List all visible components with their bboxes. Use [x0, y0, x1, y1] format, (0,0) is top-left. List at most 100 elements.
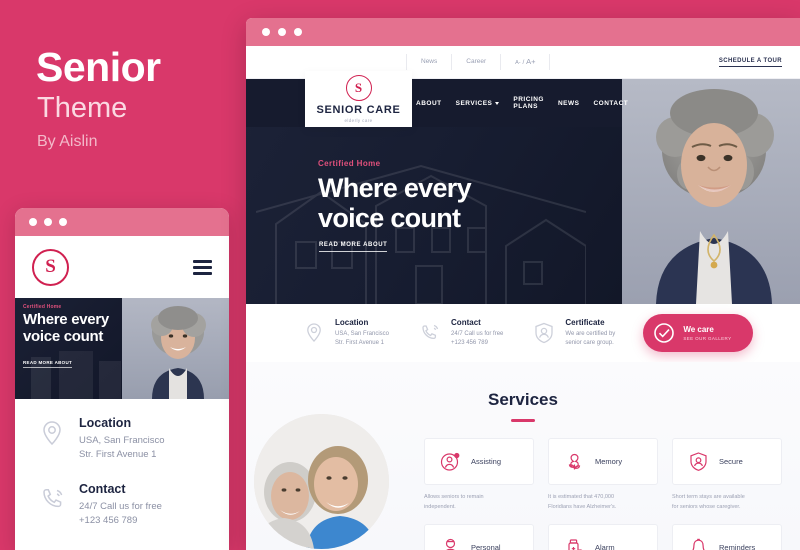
mobile-info-line2: +123 456 789	[79, 514, 138, 526]
house-illustration	[21, 337, 122, 399]
promo-subtitle: Theme	[37, 92, 128, 124]
nurse-person-icon	[439, 536, 462, 550]
shield-person-icon	[687, 450, 710, 473]
service-card-assisting[interactable]: Assisting	[424, 438, 534, 485]
window-dot-minimize[interactable]	[278, 28, 286, 36]
info-item-line1: 24/7 Call us for free	[451, 330, 504, 337]
service-desc-line1: It is estimated that 470,000	[548, 494, 615, 500]
mobile-header: S	[15, 236, 229, 298]
mobile-mockup: S Certified Home Where every voice count…	[15, 208, 229, 550]
mobile-info-line1: USA, San Francisco	[79, 435, 165, 446]
logo-tagline: elderly care	[344, 118, 373, 123]
service-desc-line1: Allows seniors to remain	[424, 494, 484, 500]
info-item-contact: Contact 24/7 Call us for free +123 456 7…	[417, 318, 503, 349]
mobile-info-line2: Str. First Avenue 1	[79, 449, 157, 461]
nav-item-news[interactable]: NEWS	[558, 100, 580, 107]
phone-ring-icon	[35, 482, 69, 516]
mobile-hero-heading-line1: Where every	[23, 311, 109, 328]
service-card-label: Personal	[471, 543, 501, 550]
desktop-hero-heading: Where every voice count	[318, 173, 472, 234]
service-card-alarm[interactable]: Alarm	[548, 524, 658, 550]
window-dot-maximize[interactable]	[59, 218, 67, 226]
service-desc-line2: Floridians have Alzheimer's.	[548, 503, 617, 510]
mobile-info-label: Contact	[79, 481, 126, 496]
logo-monogram: S	[345, 75, 372, 101]
desktop-info-bar: Location USA, San Francisco Str. First A…	[246, 304, 800, 362]
info-item-label: Contact	[451, 317, 481, 327]
mobile-logo[interactable]: S	[32, 248, 69, 286]
nav-item-label: SERVICES	[455, 99, 493, 107]
location-pin-icon	[301, 320, 327, 346]
service-card-memory[interactable]: Memory	[548, 438, 658, 485]
nav-item-label: PRICING PLANS	[513, 96, 544, 110]
service-description: Allows seniors to remain independent.	[424, 493, 534, 512]
font-size-divider: /	[522, 59, 525, 66]
desktop-hero-cta[interactable]: READ MORE ABOUT	[319, 242, 388, 252]
info-item-label: Location	[335, 317, 369, 327]
desktop-hero-eyebrow: Certified Home	[318, 159, 381, 168]
we-care-subtitle: SEE OUR GALLERY	[683, 336, 732, 341]
service-card-personal[interactable]: Personal	[424, 524, 534, 550]
desktop-hero-heading-line2: voice count	[318, 203, 461, 234]
topbar-link-news[interactable]: News	[406, 54, 453, 70]
senior-woman-photo	[622, 79, 800, 304]
service-card-label: Memory	[595, 457, 623, 466]
chevron-down-icon	[495, 101, 500, 105]
caregiver-photo	[254, 414, 389, 549]
desktop-titlebar	[246, 18, 800, 46]
window-dot-maximize[interactable]	[294, 28, 302, 36]
topbar-links: News Career A- / A+	[406, 46, 551, 78]
we-care-button[interactable]: We care SEE OUR GALLERY	[643, 314, 754, 352]
senior-woman-photo	[122, 298, 229, 399]
promo-author: By Aislin	[37, 133, 98, 150]
window-dot-close[interactable]	[262, 28, 270, 36]
services-grid: Assisting Memory Secure Allows seniors t…	[424, 438, 784, 550]
mobile-hero-copy: Certified Home Where every voice count R…	[15, 298, 122, 399]
nav-item-label: ABOUT	[416, 99, 442, 107]
desktop-main-nav: ABOUT SERVICES PRICING PLANS NEWS CONTAC…	[246, 79, 628, 127]
services-row-2: Personal Alarm Reminders	[424, 524, 784, 550]
service-desc-line1: Short term stays are available	[672, 494, 745, 500]
service-desc-line2: independent.	[424, 503, 456, 510]
shield-person-icon	[531, 320, 557, 346]
info-item-certificate: Certificate We are certified by senior c…	[531, 318, 615, 349]
service-card-reminders[interactable]: Reminders	[672, 524, 782, 550]
nav-item-about[interactable]: ABOUT	[416, 100, 442, 107]
service-description: It is estimated that 470,000 Floridians …	[548, 493, 658, 512]
window-dot-minimize[interactable]	[44, 218, 52, 226]
mobile-info-item-location: Location USA, San Francisco Str. First A…	[15, 416, 229, 463]
mobile-hero-eyebrow: Certified Home	[23, 304, 62, 310]
info-item-line1: We are certified by	[565, 330, 616, 337]
desktop-mockup: News Career A- / A+ SCHEDULE A TOUR Cert…	[246, 18, 800, 550]
logo-name: SENIOR CARE	[316, 104, 401, 116]
mobile-titlebar	[15, 208, 229, 236]
window-dot-close[interactable]	[29, 218, 37, 226]
service-card-label: Secure	[719, 457, 743, 466]
promo-title: Senior	[36, 44, 161, 90]
font-size-decrease[interactable]: A-	[515, 60, 521, 66]
info-item-line2: Str. First Avenue 1	[335, 340, 384, 346]
info-item-line2: senior care group.	[565, 340, 614, 346]
site-logo[interactable]: S SENIOR CARE elderly care	[305, 71, 412, 127]
services-title-underline	[511, 419, 535, 422]
services-descriptions-row-1: Allows seniors to remain independent. It…	[424, 493, 784, 512]
mobile-hero-heading: Where every voice count	[23, 311, 109, 346]
topbar-link-career[interactable]: Career	[452, 54, 502, 70]
mobile-info-item-contact: Contact 24/7 Call us for free +123 456 7…	[15, 482, 229, 529]
location-pin-icon	[35, 416, 69, 450]
info-item-line2: +123 456 789	[451, 340, 488, 346]
service-description: Short term stays are available for senio…	[672, 493, 782, 512]
schedule-tour-link[interactable]: SCHEDULE A TOUR	[718, 58, 782, 67]
hamburger-menu-icon[interactable]	[193, 259, 212, 275]
font-size-increase[interactable]: A+	[526, 57, 535, 66]
mobile-info-line1: 24/7 Call us for free	[79, 500, 162, 512]
nav-item-services[interactable]: SERVICES	[456, 100, 500, 107]
assisting-person-icon	[439, 450, 462, 473]
font-size-switcher[interactable]: A- / A+	[501, 54, 551, 70]
nav-item-contact[interactable]: CONTACT	[593, 100, 628, 107]
medicine-bottle-icon	[563, 536, 586, 550]
nav-item-pricing-plans[interactable]: PRICING PLANS	[513, 96, 544, 110]
desktop-hero-heading-line1: Where every	[318, 173, 472, 203]
service-card-secure[interactable]: Secure	[672, 438, 782, 485]
mobile-hero-cta[interactable]: READ MORE ABOUT	[23, 360, 73, 368]
